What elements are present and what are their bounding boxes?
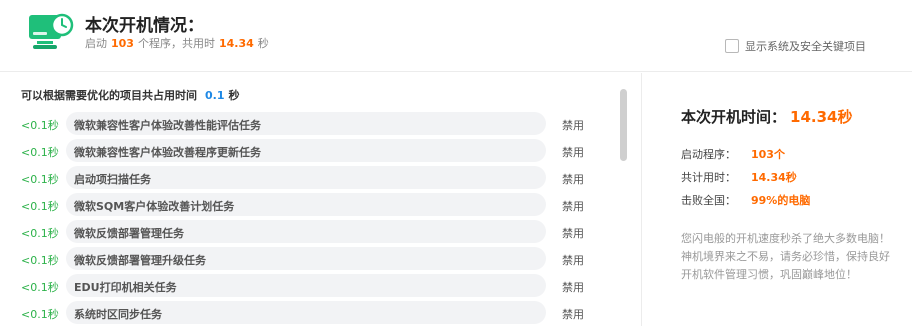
- item-name: 微软兼容性客户体验改善性能评估任务: [74, 119, 261, 132]
- list-item: <0.1秒 微软反馈部署管理任务 禁用: [0, 218, 612, 245]
- item-time: <0.1秒: [21, 119, 59, 132]
- list-scrollbar[interactable]: [620, 89, 627, 326]
- item-name-pill: 启动项扫描任务: [66, 166, 546, 189]
- item-time: <0.1秒: [21, 281, 59, 294]
- scrollbar-thumb[interactable]: [620, 89, 627, 161]
- list-item: <0.1秒 微软兼容性客户体验改善程序更新任务 禁用: [0, 137, 612, 164]
- optimizable-unit: 秒: [228, 89, 240, 102]
- optimizable-time: 0.1: [205, 89, 225, 102]
- disable-button[interactable]: 禁用: [562, 279, 584, 295]
- startup-items-panel: 可以根据需要优化的项目共占用时间 0.1 秒 <0.1秒 微软兼容性客户体验改善性能…: [0, 73, 642, 326]
- optimizable-summary: 可以根据需要优化的项目共占用时间 0.1 秒: [21, 87, 240, 103]
- item-name: 启动项扫描任务: [74, 173, 151, 186]
- show-system-items-toggle[interactable]: 显示系统及安全关键项目: [725, 38, 866, 54]
- stat-label: 启动程序：: [681, 148, 736, 161]
- boot-time-label: 本次开机时间：: [681, 108, 787, 126]
- stat-beat-nationwide: 击败全国： 99%的电脑: [681, 192, 810, 208]
- total-time: 14.34: [218, 37, 254, 50]
- item-time: <0.1秒: [21, 254, 59, 267]
- item-time: <0.1秒: [21, 173, 59, 186]
- disable-button[interactable]: 禁用: [562, 144, 584, 160]
- subtitle-suffix: 秒: [257, 37, 269, 50]
- stat-value: 14.34秒: [751, 171, 797, 184]
- disable-button[interactable]: 禁用: [562, 252, 584, 268]
- list-item: <0.1秒 微软兼容性客户体验改善性能评估任务 禁用: [0, 110, 612, 137]
- item-name-pill: 系统时区同步任务: [66, 301, 546, 324]
- startup-item-list: <0.1秒 微软兼容性客户体验改善性能评估任务 禁用 <0.1秒 微软兼容性客户…: [0, 110, 612, 326]
- item-name-pill: 微软SQM客户体验改善计划任务: [66, 193, 546, 216]
- list-item: <0.1秒 微软反馈部署管理升级任务 禁用: [0, 245, 612, 272]
- list-item: <0.1秒 EDU打印机相关任务 禁用: [0, 272, 612, 299]
- stat-total-time: 共计用时： 14.34秒: [681, 169, 797, 185]
- item-name: 微软反馈部署管理升级任务: [74, 254, 206, 267]
- optimizable-label: 可以根据需要优化的项目共占用时间: [21, 89, 197, 102]
- item-time: <0.1秒: [21, 146, 59, 159]
- list-item: <0.1秒 系统时区同步任务 禁用: [0, 299, 612, 326]
- stat-label: 击败全国：: [681, 194, 736, 207]
- item-name: 微软反馈部署管理任务: [74, 227, 184, 240]
- boot-time-heading: 本次开机时间： 14.34秒: [681, 106, 852, 127]
- program-count: 103: [111, 37, 134, 50]
- item-time: <0.1秒: [21, 200, 59, 213]
- item-name-pill: EDU打印机相关任务: [66, 274, 546, 297]
- stat-value: 103个: [751, 148, 785, 161]
- disable-button[interactable]: 禁用: [562, 117, 584, 133]
- list-item: <0.1秒 微软SQM客户体验改善计划任务 禁用: [0, 191, 612, 218]
- show-system-items-label: 显示系统及安全关键项目: [745, 40, 866, 53]
- monitor-clock-icon: [26, 12, 74, 52]
- subtitle-middle: 个程序，共用时: [137, 37, 215, 50]
- item-name-pill: 微软反馈部署管理任务: [66, 220, 546, 243]
- disable-button[interactable]: 禁用: [562, 225, 584, 241]
- boot-summary-line: 启动 103 个程序，共用时 14.34 秒: [85, 35, 269, 51]
- item-name: 微软SQM客户体验改善计划任务: [74, 200, 235, 213]
- item-name: 系统时区同步任务: [74, 308, 162, 321]
- item-name-pill: 微软兼容性客户体验改善性能评估任务: [66, 112, 546, 135]
- stat-startup-programs: 启动程序： 103个: [681, 146, 785, 162]
- show-system-items-checkbox[interactable]: [725, 39, 739, 53]
- page-title: 本次开机情况：: [85, 16, 204, 36]
- item-name: EDU打印机相关任务: [74, 281, 177, 294]
- disable-button[interactable]: 禁用: [562, 171, 584, 187]
- item-name-pill: 微软兼容性客户体验改善程序更新任务: [66, 139, 546, 162]
- item-time: <0.1秒: [21, 227, 59, 240]
- stat-value: 99%的电脑: [751, 194, 811, 207]
- disable-button[interactable]: 禁用: [562, 198, 584, 214]
- boot-time-value: 14.34秒: [790, 108, 853, 126]
- item-name-pill: 微软反馈部署管理升级任务: [66, 247, 546, 270]
- list-item: <0.1秒 启动项扫描任务 禁用: [0, 164, 612, 191]
- header: 本次开机情况： 启动 103 个程序，共用时 14.34 秒 显示系统及安全关键项目: [0, 0, 912, 72]
- item-time: <0.1秒: [21, 308, 59, 321]
- stat-label: 共计用时：: [681, 171, 736, 184]
- boot-description: 您闪电般的开机速度秒杀了绝大多数电脑！神机境界来之不易，请务必珍惜，保持良好开机…: [681, 232, 890, 281]
- item-name: 微软兼容性客户体验改善程序更新任务: [74, 146, 261, 159]
- disable-button[interactable]: 禁用: [562, 306, 584, 322]
- subtitle-prefix: 启动: [85, 37, 107, 50]
- boot-result-panel: 本次开机时间： 14.34秒 启动程序： 103个 共计用时： 14.34秒 击败全国…: [643, 73, 912, 326]
